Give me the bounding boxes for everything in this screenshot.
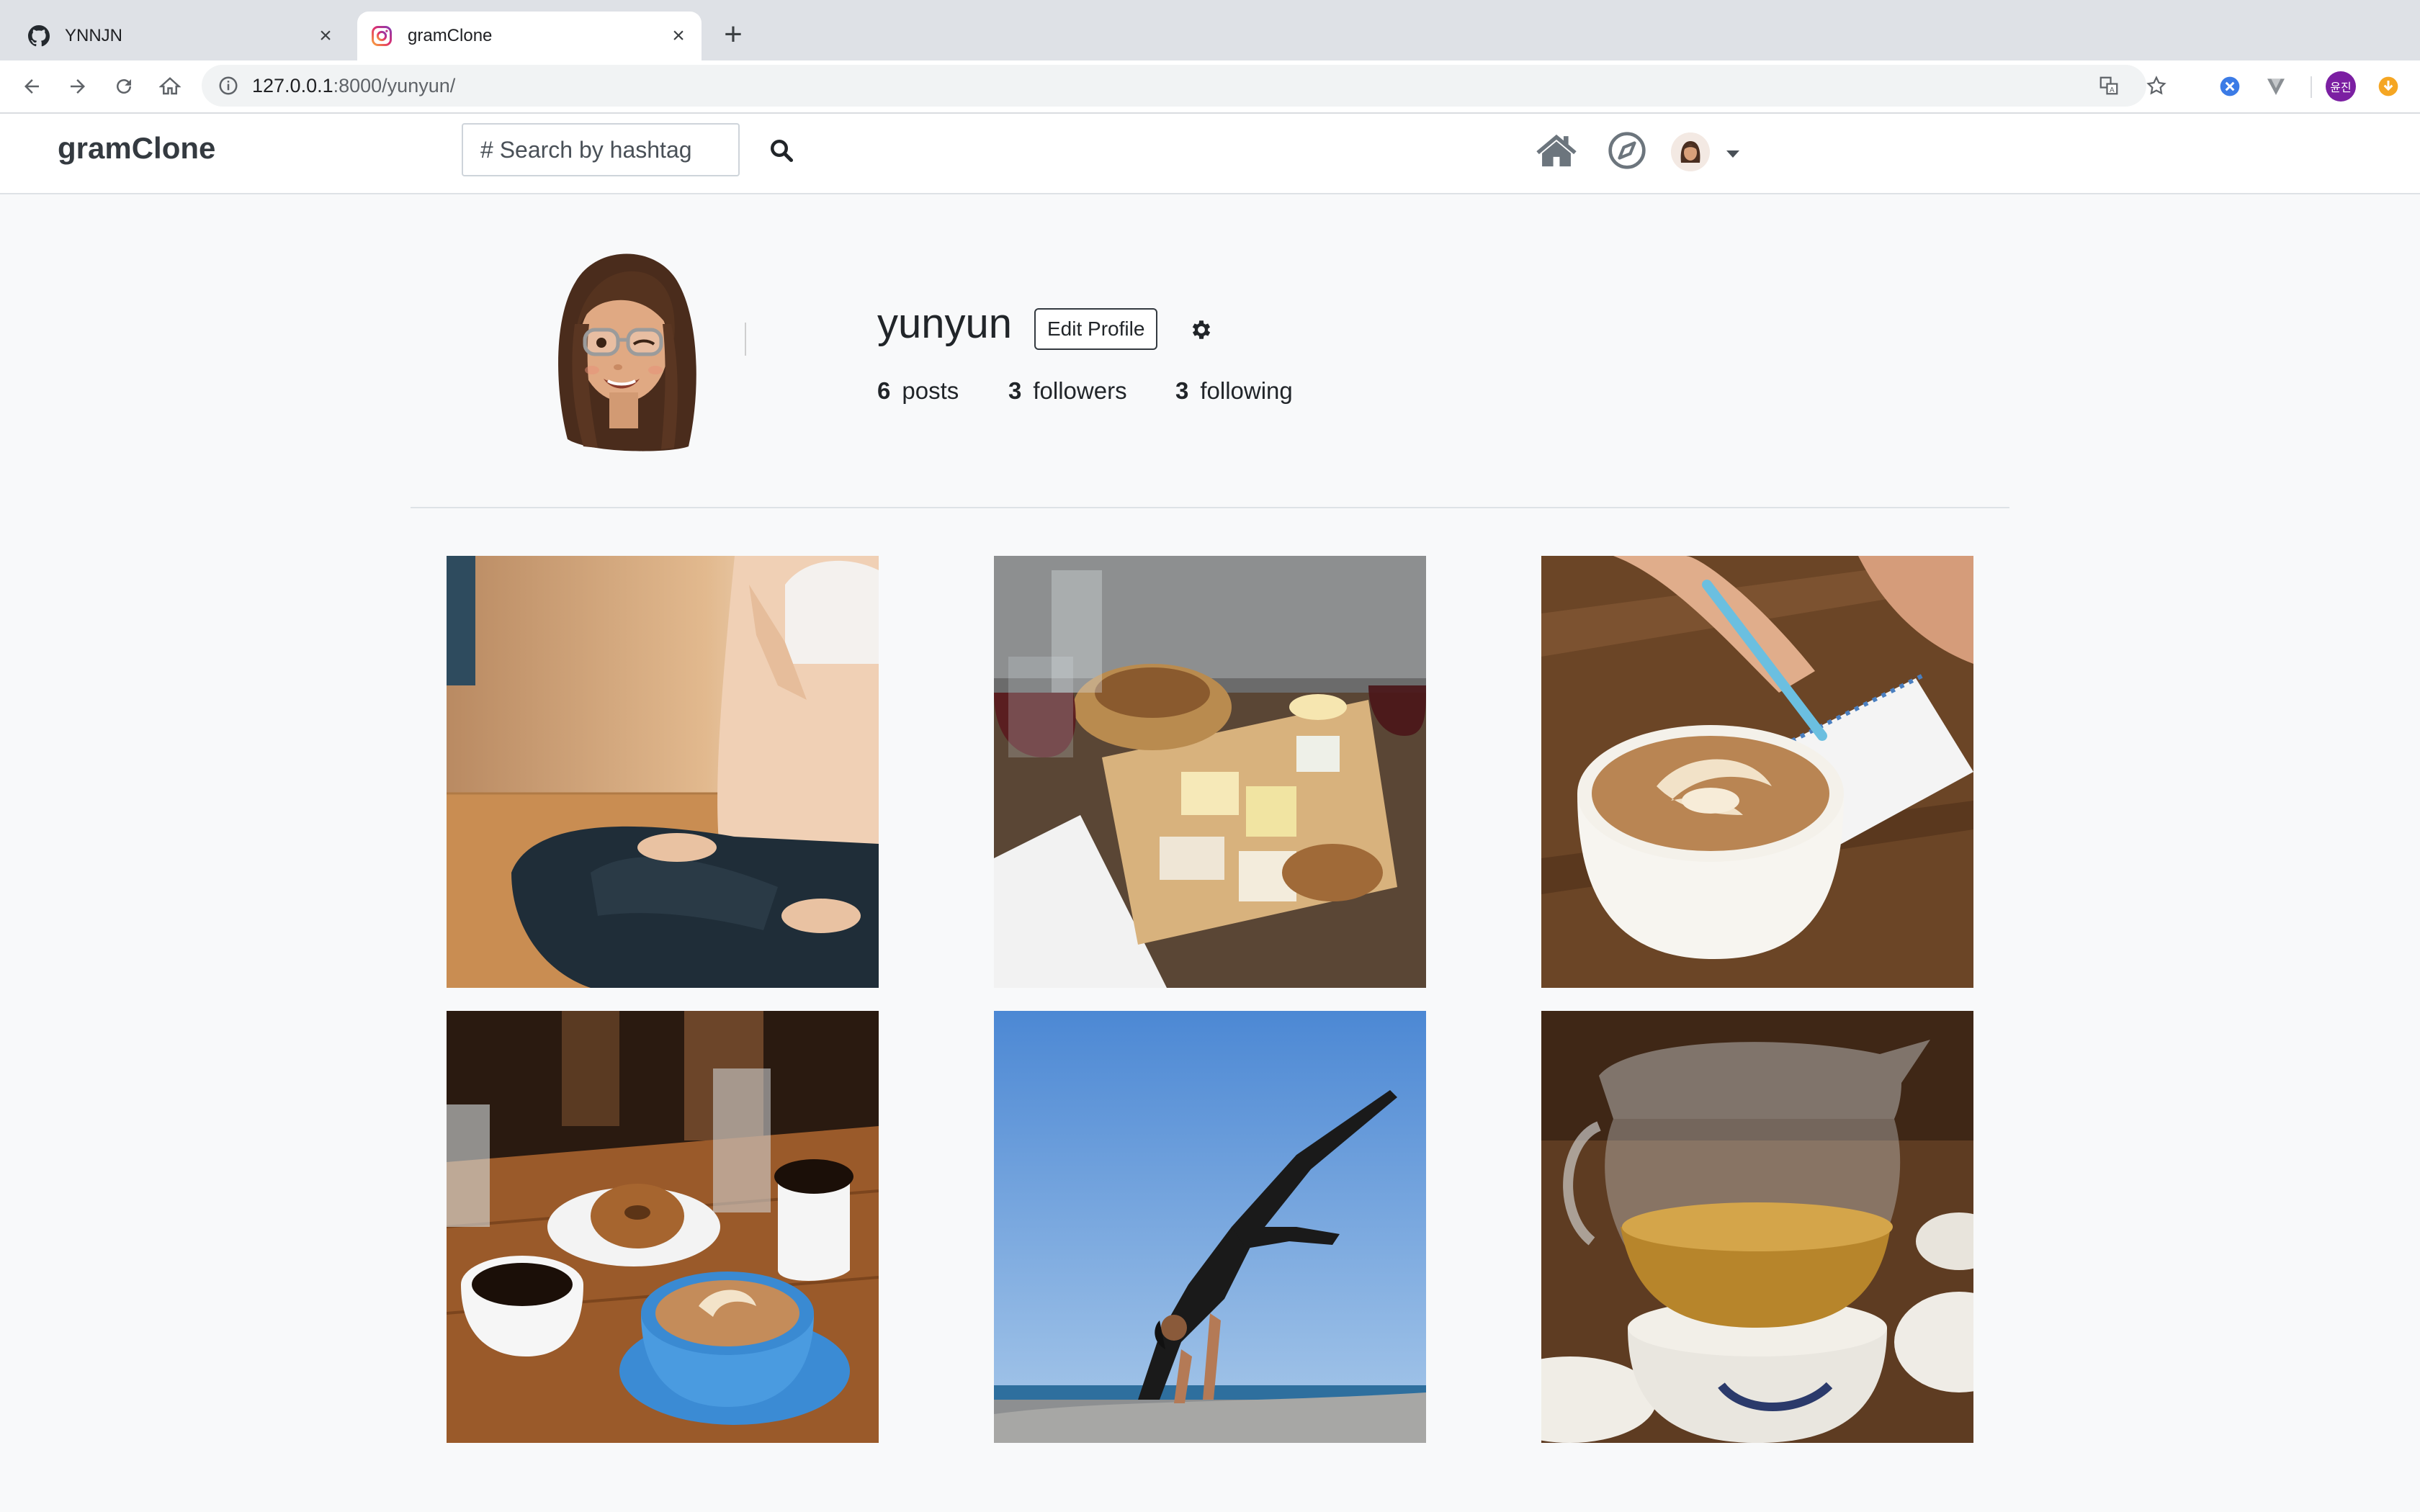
url-path: :8000/yunyun/ bbox=[333, 74, 456, 96]
posts-stat[interactable]: 6 posts bbox=[877, 377, 959, 405]
tab-title: gramClone bbox=[408, 26, 493, 45]
info-icon[interactable] bbox=[218, 75, 239, 96]
profile-avatar: 윤진 bbox=[2326, 71, 2356, 102]
user-avatar[interactable] bbox=[1671, 132, 1710, 171]
back-icon[interactable] bbox=[14, 69, 49, 104]
home-browser-icon[interactable] bbox=[153, 69, 187, 104]
following-stat[interactable]: 3 following bbox=[1175, 377, 1293, 405]
app-navbar: gramClone bbox=[0, 114, 2420, 194]
forward-icon[interactable] bbox=[60, 69, 95, 104]
profile-stats: 6 posts 3 followers 3 following bbox=[877, 377, 1381, 413]
extension-orange-icon[interactable] bbox=[2372, 71, 2404, 102]
hashtag-search-input[interactable] bbox=[462, 123, 740, 176]
post-thumbnail-yoga-meditation[interactable] bbox=[447, 556, 879, 988]
home-icon[interactable] bbox=[1533, 127, 1580, 174]
posts-label: posts bbox=[902, 377, 959, 404]
following-label: following bbox=[1200, 377, 1293, 404]
extension-v-icon[interactable] bbox=[2260, 71, 2292, 102]
brand-logo[interactable]: gramClone bbox=[58, 131, 215, 166]
svg-text:A: A bbox=[2110, 86, 2115, 94]
extension-blue-icon[interactable] bbox=[2214, 71, 2246, 102]
followers-count: 3 bbox=[1008, 377, 1022, 404]
picture-divider bbox=[745, 323, 746, 356]
post-thumbnail-cheese-board[interactable] bbox=[994, 556, 1426, 988]
github-icon bbox=[27, 24, 50, 48]
browser-toolbar: 127.0.0.1:8000/yunyun/ A 윤진 bbox=[0, 60, 2420, 114]
post-thumbnail-coffee-donut[interactable] bbox=[447, 1011, 879, 1443]
toolbar-divider bbox=[2311, 76, 2312, 98]
url-host: 127.0.0.1 bbox=[252, 74, 333, 96]
edit-profile-button[interactable]: Edit Profile bbox=[1034, 308, 1158, 350]
reload-icon[interactable] bbox=[107, 69, 141, 104]
address-bar[interactable]: 127.0.0.1:8000/yunyun/ A bbox=[202, 65, 2166, 107]
post-thumbnail-yoga-beach[interactable] bbox=[994, 1011, 1426, 1443]
tab-title: YNNJN bbox=[65, 26, 123, 45]
following-count: 3 bbox=[1175, 377, 1189, 404]
tab-gramclone[interactable]: gramClone × bbox=[357, 12, 702, 60]
profile-button[interactable]: 윤진 bbox=[2325, 71, 2357, 102]
posts-count: 6 bbox=[877, 377, 891, 404]
new-tab-icon[interactable]: + bbox=[716, 17, 750, 52]
followers-label: followers bbox=[1033, 377, 1127, 404]
translate-icon[interactable]: A bbox=[2092, 65, 2126, 107]
post-thumbnail-tea-pitcher[interactable] bbox=[1541, 1011, 1973, 1443]
bookmark-star-icon[interactable] bbox=[2139, 65, 2174, 107]
caret-down-icon[interactable] bbox=[1724, 145, 1742, 163]
profile-username: yunyun bbox=[877, 300, 1013, 347]
compass-icon[interactable] bbox=[1603, 127, 1651, 174]
close-tab-icon[interactable]: × bbox=[666, 23, 691, 49]
tab-github[interactable]: YNNJN × bbox=[14, 12, 349, 60]
search-icon[interactable] bbox=[765, 134, 798, 167]
profile-divider bbox=[411, 507, 2009, 508]
followers-stat[interactable]: 3 followers bbox=[1008, 377, 1127, 405]
gear-icon[interactable] bbox=[1188, 317, 1214, 343]
browser-tabstrip: YNNJN × gramClone × + bbox=[0, 0, 2420, 60]
url-text: 127.0.0.1:8000/yunyun/ bbox=[252, 75, 455, 97]
post-thumbnail-latte-notebook[interactable] bbox=[1541, 556, 1973, 988]
profile-picture bbox=[547, 238, 707, 459]
instagram-icon bbox=[370, 24, 393, 48]
close-tab-icon[interactable]: × bbox=[313, 23, 339, 49]
